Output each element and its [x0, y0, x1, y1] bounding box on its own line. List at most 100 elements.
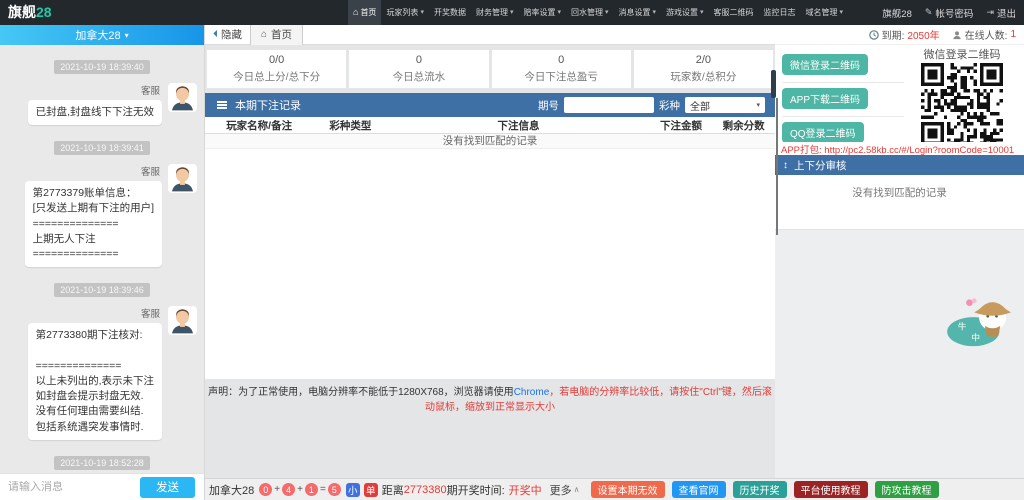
hide-label: 隐藏 — [221, 29, 242, 41]
svg-text:中: 中 — [971, 331, 980, 342]
navbar-room-name: 旗舰28 — [882, 8, 912, 20]
customer-service-avatar — [168, 83, 197, 112]
customer-service-avatar — [168, 306, 197, 336]
bet-records-panel: 本期下注记录 期号 彩种 全部 ▾ 玩家名称/备注 彩种类型 下注信息 下注金额 剩余分… — [205, 93, 775, 379]
message-bubble: 第2773380期下注核对: ============== 以上未列出的,表示未… — [27, 323, 162, 440]
app-pack-url: http://pc2.58kb.cc/#/Login?roomCode=1000… — [824, 145, 1015, 155]
stat-label: 今日总上分/总下分 — [233, 71, 321, 83]
plus-sign: + — [274, 484, 281, 495]
nav-menu-item[interactable]: 财务管理 ▾ — [471, 0, 519, 25]
nav-menu-item[interactable]: 域名管理 ▾ — [801, 0, 849, 25]
game-name: 加拿大28 — [209, 484, 255, 497]
score-review-header: ↕ 上下分审核 — [775, 155, 1024, 175]
stat-label: 今日总流水 — [392, 71, 446, 83]
stat-value: 0/0 — [268, 54, 285, 66]
logout-icon: ⇥ — [986, 7, 994, 17]
nav-menu-item[interactable]: 赔率设置 ▾ — [518, 0, 566, 25]
send-message-button[interactable]: 发送 — [140, 476, 195, 498]
brand-accent: 28 — [36, 4, 52, 20]
stat-label: 今日下注总盈亏 — [524, 71, 598, 83]
collapse-left-icon: ⏴ — [213, 29, 218, 40]
chat-message-input[interactable] — [0, 481, 140, 493]
nav-menu-item[interactable]: 客服二维码 — [709, 0, 759, 25]
plus-sign: + — [297, 484, 303, 495]
stat-card: 2/0 玩家数/总积分 — [633, 50, 773, 88]
edit-icon: ✎ — [924, 7, 933, 17]
nav-item-label: 客服二维码 — [713, 8, 754, 17]
chat-sidebar: 加拿大28 ▾ 2021-10-19 18:39:40 客服 已封盘,封盘线下下… — [0, 25, 205, 500]
tab-home[interactable]: ⌂ 首页 — [250, 24, 304, 45]
issue-number-input[interactable] — [564, 97, 654, 113]
online-info: 在线人数: 1 — [952, 27, 1016, 42]
app-package-link[interactable]: APP打包: http://pc2.58kb.cc/#/Login?roomCo… — [775, 142, 1024, 155]
more-label: 更多 — [549, 484, 572, 497]
top-navbar: 旗舰28 ⌂ 首页 玩家列表 ▾ 开奖数据 财务管理 ▾ 赔率设置 ▾ 回水管理… — [0, 0, 1024, 25]
draw-number-3: 1 — [304, 483, 318, 496]
message-sender: 客服 — [140, 86, 160, 97]
chevron-down-icon: ▾ — [652, 9, 657, 16]
nav-menu-item[interactable]: 开奖数据 — [429, 0, 471, 25]
table-column-header: 剩余分数 — [722, 119, 765, 132]
chevron-up-icon: ∧ — [573, 485, 580, 494]
svg-text:牛: 牛 — [958, 321, 967, 332]
qr-code-button[interactable]: APP下载二维码 — [782, 88, 869, 109]
score-review-title: 上下分审核 — [794, 159, 847, 172]
bet-table-header: 玩家名称/备注 彩种类型 下注信息 下注金额 剩余分数 — [205, 117, 775, 134]
action-button[interactable]: 查看官网 — [671, 481, 726, 498]
score-review-panel: ↕ 上下分审核 没有找到匹配的记录 — [775, 155, 1024, 230]
room-selector-dropdown[interactable]: 加拿大28 ▾ — [0, 25, 204, 45]
nav-item-label: 首页 — [360, 8, 377, 17]
resolution-disclaimer: 声明：为了正常使用，电脑分辨率不能低于1280X768，浏览器请使用Chrome… — [205, 383, 775, 413]
nav-menu-item[interactable]: 回水管理 ▾ — [566, 0, 614, 25]
app-window: 旗舰28 ⌂ 首页 玩家列表 ▾ 开奖数据 财务管理 ▾ 赔率设置 ▾ 回水管理… — [0, 0, 1024, 500]
tab-home-label: 首页 — [271, 29, 293, 41]
chevron-down-icon: ▾ — [557, 9, 561, 16]
panel-scrollbar-track[interactable] — [776, 98, 778, 235]
stat-card: 0 今日总流水 — [349, 50, 489, 88]
table-column-header: 彩种类型 — [329, 119, 372, 132]
app-pack-label: APP打包: — [781, 145, 825, 155]
action-button[interactable]: 历史开奖 — [732, 481, 787, 498]
list-icon — [217, 104, 227, 106]
equals-sign: = — [319, 484, 326, 495]
qr-code-button[interactable]: QQ登录二维码 — [782, 122, 864, 143]
nav-menu-item[interactable]: 玩家列表 ▾ — [381, 0, 429, 25]
draw-number-2: 4 — [282, 483, 296, 496]
lottery-type-select[interactable]: 全部 ▾ — [685, 97, 765, 113]
parity-badge: 单 — [363, 482, 378, 497]
hide-sidebar-button[interactable]: ⏴ 隐藏 — [205, 25, 250, 44]
action-button[interactable]: 设置本期无效 — [590, 481, 665, 498]
bet-panel-header: 本期下注记录 期号 彩种 全部 ▾ — [205, 93, 775, 117]
chat-message-list[interactable]: 2021-10-19 18:39:40 客服 已封盘,封盘线下下注无效 2021… — [0, 45, 204, 473]
expire-info: 到期: 2050年 — [868, 27, 940, 42]
qr-button-list: 微信登录二维码 APP下载二维码 QQ登录二维码 — [782, 49, 904, 150]
draw-number-1: 0 — [259, 483, 273, 496]
nav-menu-item[interactable]: 监控日志 — [759, 0, 801, 25]
qr-code-image — [921, 63, 1003, 145]
more-toggle[interactable]: 更多 ∧ — [550, 482, 580, 498]
panel-scrollbar-thumb[interactable] — [771, 70, 776, 98]
chevron-down-icon: ▾ — [839, 9, 844, 16]
chevron-down-icon: ▾ — [124, 30, 129, 40]
person-icon — [952, 30, 961, 39]
chrome-link[interactable]: Chrome — [514, 387, 550, 398]
draw-sum: 5 — [327, 483, 341, 496]
nav-menu-item[interactable]: 消息设置 ▾ — [614, 0, 662, 25]
account-password-link[interactable]: ✎ 帐号密码 — [925, 6, 974, 20]
action-button[interactable]: 平台使用教程 — [793, 481, 868, 498]
message-timestamp: 2021-10-19 18:52:28 — [54, 455, 150, 470]
empty-records-message: 没有找到匹配的记录 — [205, 134, 775, 149]
nav-item-label: 消息设置 — [618, 8, 651, 17]
stat-label: 玩家数/总积分 — [670, 71, 737, 83]
brand-logo[interactable]: 旗舰28 — [8, 0, 52, 25]
qr-section: 微信登录二维码 APP下载二维码 QQ登录二维码 微信登录二维码 — [775, 45, 1024, 145]
qr-code-title: 微信登录二维码 — [923, 49, 1001, 61]
nav-menu-item[interactable]: ⌂ 首页 — [348, 0, 382, 25]
qr-code-button[interactable]: 微信登录二维码 — [782, 54, 868, 75]
nav-menu-item[interactable]: 游戏设置 ▾ — [661, 0, 709, 25]
action-button[interactable]: 防攻击教程 — [874, 481, 939, 498]
message-bubble: 已封盘,封盘线下下注无效 — [27, 100, 162, 126]
logout-link[interactable]: ⇥ 退出 — [986, 6, 1016, 20]
stat-value: 2/0 — [695, 54, 712, 66]
disclaimer-text: 声明：为了正常使用，电脑分辨率不能低于1280X768，浏览器请使用 — [208, 387, 514, 398]
